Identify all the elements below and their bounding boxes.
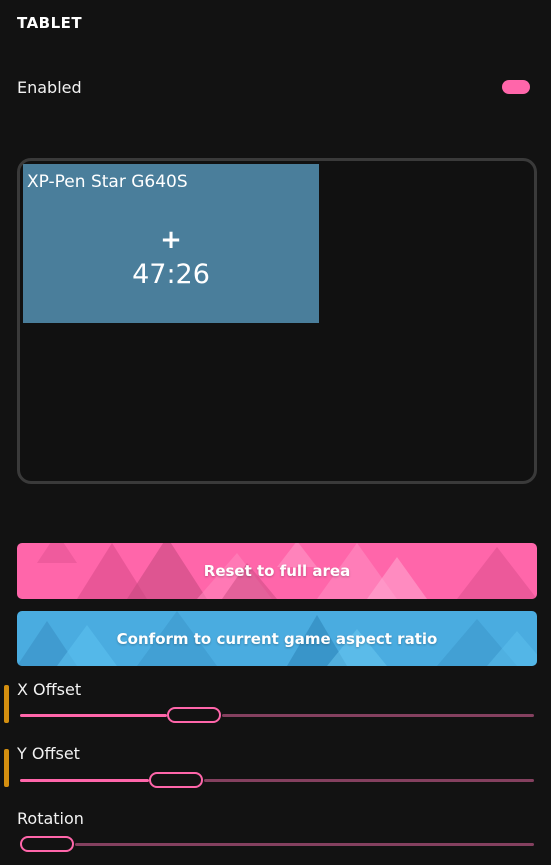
reset-full-area-label: Reset to full area (203, 562, 351, 580)
tablet-center-marker: + (160, 225, 182, 255)
y-offset-highlight-bar (4, 749, 9, 787)
enabled-toggle[interactable] (502, 80, 530, 94)
rotation-slider[interactable] (20, 836, 534, 852)
x-offset-rest (222, 714, 534, 717)
conform-aspect-ratio-label: Conform to current game aspect ratio (116, 629, 438, 648)
reset-full-area-button[interactable]: Reset to full area (17, 543, 537, 599)
tablet-aspect-ratio: 47:26 (132, 259, 210, 290)
tablet-active-area[interactable]: XP-Pen Star G640S + 47:26 (23, 164, 319, 323)
y-offset-fill (20, 779, 149, 782)
y-offset-rest (204, 779, 534, 782)
x-offset-slider[interactable] (20, 707, 534, 723)
x-offset-label: X Offset (17, 680, 82, 699)
conform-aspect-ratio-button[interactable]: Conform to current game aspect ratio (17, 611, 537, 666)
x-offset-handle[interactable] (167, 707, 221, 723)
rotation-label: Rotation (17, 809, 84, 828)
y-offset-slider[interactable] (20, 772, 534, 788)
x-offset-fill (20, 714, 167, 717)
y-offset-handle[interactable] (149, 772, 203, 788)
rotation-handle[interactable] (20, 836, 74, 852)
y-offset-label: Y Offset (17, 744, 80, 763)
tablet-name: XP-Pen Star G640S (27, 172, 188, 192)
enabled-label: Enabled (17, 78, 82, 97)
tablet-area-display: XP-Pen Star G640S + 47:26 (17, 158, 537, 484)
rotation-rest (75, 843, 534, 846)
x-offset-highlight-bar (4, 685, 9, 723)
section-title: TABLET (17, 14, 83, 32)
